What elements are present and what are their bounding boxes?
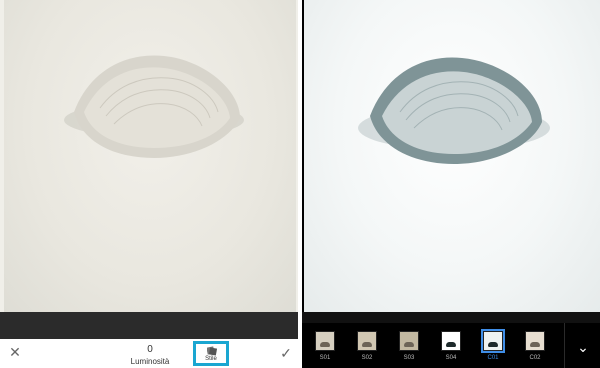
shell-preview-image [358, 57, 550, 164]
original-photo [4, 0, 296, 312]
brightness-label: Luminosità [130, 357, 170, 366]
chevron-down-icon[interactable]: ⌄ [572, 336, 594, 358]
preset-label: S03 [403, 355, 415, 361]
photo-editor-screen: ✕ ✓ 0 Luminosità Stile S01 S02 S03 S04 C… [0, 0, 600, 368]
left-editor-panel: ✕ ✓ 0 Luminosità Stile [0, 0, 298, 368]
preset-label: S01 [319, 355, 331, 361]
right-preset-panel: S01 S02 S03 S04 C01 C02 ⌄ [302, 0, 600, 368]
right-status-bar [302, 312, 600, 323]
preset-thumbnail [357, 331, 377, 351]
left-status-bar [0, 312, 298, 339]
preset-label: C02 [529, 355, 541, 361]
preset-s01[interactable]: S01 [310, 331, 340, 367]
brightness-control[interactable]: 0 Luminosità [124, 344, 176, 368]
check-icon[interactable]: ✓ [278, 345, 294, 361]
preset-c01[interactable]: C01 [478, 329, 508, 367]
shell-image [64, 55, 244, 158]
preview-photo [304, 0, 600, 312]
preset-s02[interactable]: S02 [352, 331, 382, 367]
close-icon[interactable]: ✕ [8, 345, 22, 359]
preset-s03[interactable]: S03 [394, 331, 424, 367]
preset-strip: S01 S02 S03 S04 C01 C02 [302, 323, 564, 368]
preset-c02[interactable]: C02 [520, 331, 550, 367]
preset-label: S02 [361, 355, 373, 361]
preset-s04[interactable]: S04 [436, 331, 466, 367]
preset-thumbnail [399, 331, 419, 351]
strip-divider [564, 323, 565, 368]
preset-thumbnail [441, 331, 461, 351]
style-button-label: Stile [205, 356, 217, 362]
preset-thumbnail [481, 329, 505, 353]
preset-thumbnail [525, 331, 545, 351]
preset-label: C01 [487, 355, 499, 361]
brightness-value: 0 [147, 344, 153, 355]
preset-label: S04 [445, 355, 457, 361]
style-button[interactable]: Stile [193, 341, 229, 366]
preset-thumbnail [315, 331, 335, 351]
style-icon [207, 346, 217, 356]
